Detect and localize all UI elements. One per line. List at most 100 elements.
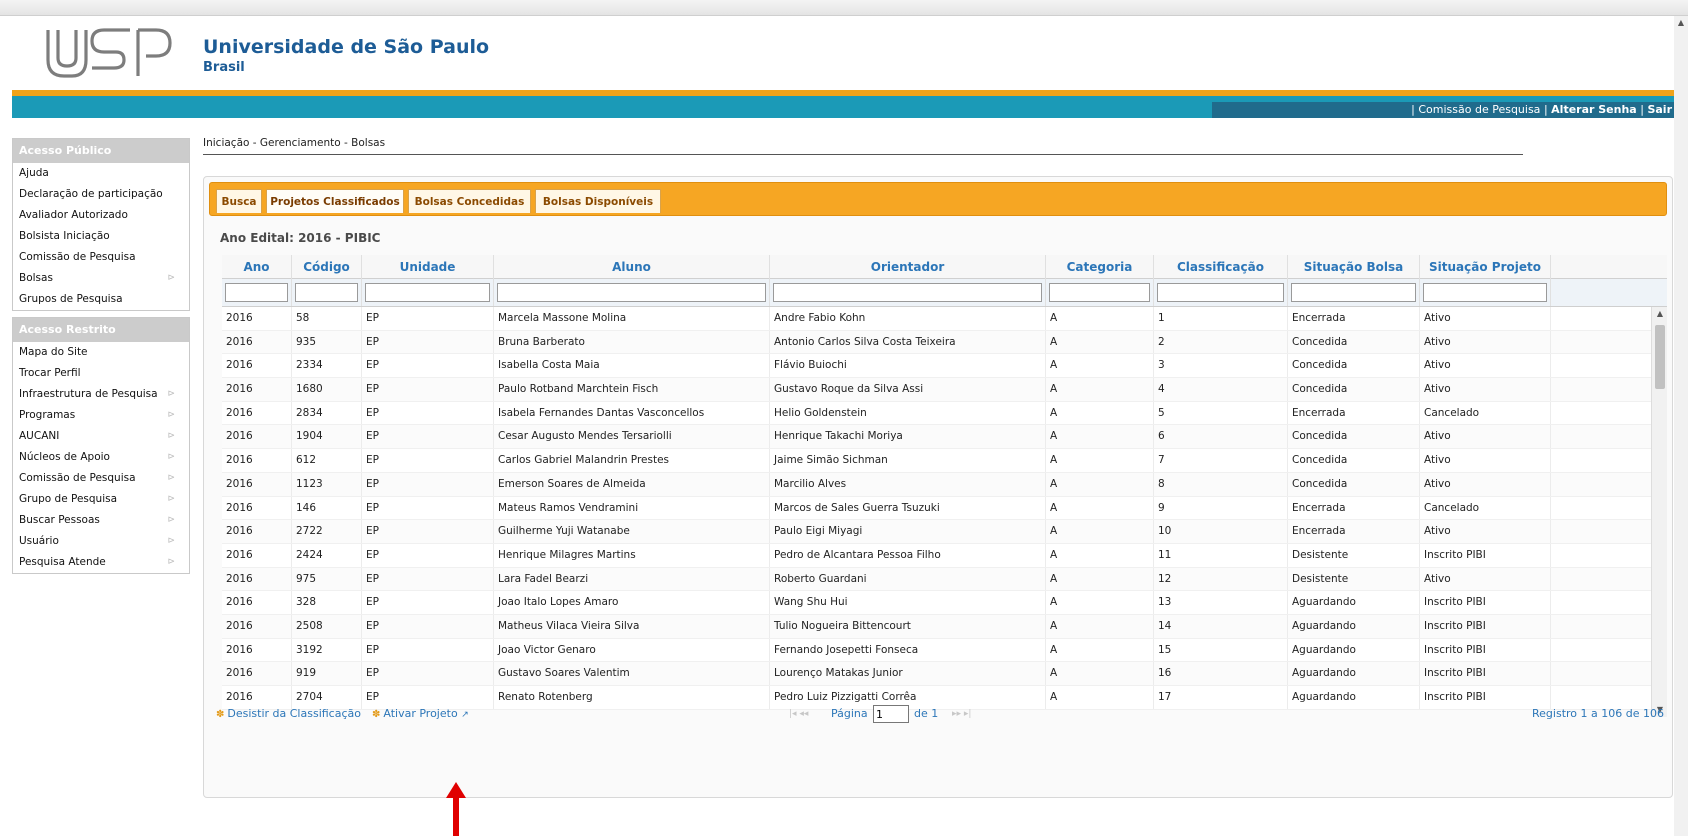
sidebar-item[interactable]: Infraestrutura de Pesquisa ⊳ <box>13 384 189 405</box>
column-header[interactable]: Categoria <box>1046 255 1154 279</box>
table-cell: Henrique Takachi Moriya <box>770 425 1046 449</box>
table-row[interactable]: 2016 612 EP Carlos Gabriel Malandrin Preste… <box>222 449 1667 473</box>
table-row[interactable]: 2016 975 EP Lara Fadel Bearzi Roberto Guarda… <box>222 567 1667 592</box>
sidebar-item[interactable]: Bolsas ⊳ <box>13 268 189 289</box>
sidebar-item[interactable]: Buscar Pessoas ⊳ <box>13 510 189 531</box>
page-scroll-up-icon[interactable]: ▲ <box>1674 18 1688 27</box>
table-row[interactable]: 2016 146 EP Mateus Ramos Vendramini Marcos d… <box>222 496 1667 521</box>
logout-link[interactable]: Sair <box>1647 103 1672 116</box>
column-header[interactable]: Ano <box>222 255 292 279</box>
sidebar-item[interactable]: Grupo de Pesquisa ⊳ <box>13 489 189 510</box>
university-name: Universidade de São Paulo <box>203 36 490 58</box>
tab-projetos-classificados[interactable]: Projetos Classificados <box>266 189 404 213</box>
sidebar-item[interactable]: Declaração de participação <box>13 184 189 205</box>
separator: | <box>1640 103 1644 116</box>
table-cell: 2016 <box>222 330 292 354</box>
sidebar-item[interactable]: Bolsista Iniciação <box>13 226 189 247</box>
sidebar: Acesso Público Ajuda Declaração de partic… <box>12 138 190 580</box>
sidebar-item[interactable]: Pesquisa Atende ⊳ <box>13 552 189 573</box>
column-filter-input[interactable] <box>1423 283 1547 302</box>
table-cell: 12 <box>1154 567 1288 591</box>
table-cell: 1123 <box>292 472 362 496</box>
column-header[interactable]: Situação Projeto <box>1420 255 1551 279</box>
table-cell: Aguardando <box>1288 591 1420 614</box>
withdraw-classification-button[interactable]: ✽ Desistir da Classificação <box>216 703 361 726</box>
sidebar-item[interactable]: Ajuda <box>13 163 189 184</box>
table-row[interactable]: 2016 3192 EP Joao Victor Genaro Fernando Jos… <box>222 638 1667 663</box>
grid-scrollbar[interactable]: ▲ ▼ <box>1651 307 1667 717</box>
page-number-input[interactable] <box>873 705 909 723</box>
table-cell: Lara Fadel Bearzi <box>494 567 770 591</box>
withdraw-label: Desistir da Classificação <box>227 707 361 720</box>
sidebar-item[interactable]: AUCANI ⊳ <box>13 426 189 447</box>
column-filter-input[interactable] <box>365 283 490 302</box>
table-row[interactable]: 2016 2334 EP Isabella Costa Maia Flávio Buio… <box>222 354 1667 379</box>
column-header[interactable]: Orientador <box>770 255 1046 279</box>
column-header[interactable]: Aluno <box>494 255 770 279</box>
table-row[interactable]: 2016 2424 EP Henrique Milagres Martins Pedro… <box>222 543 1667 568</box>
table-cell: 3192 <box>292 638 362 662</box>
sidebar-item[interactable]: Usuário ⊳ <box>13 531 189 552</box>
sidebar-item[interactable]: Grupos de Pesquisa <box>13 289 189 310</box>
column-filter-input[interactable] <box>1157 283 1284 302</box>
column-filter-input[interactable] <box>773 283 1042 302</box>
page-scrollbar[interactable]: ▲ <box>1674 16 1688 836</box>
table-cell: 10 <box>1154 520 1288 543</box>
table-cell: 2016 <box>222 425 292 449</box>
table-cell: A <box>1046 638 1154 662</box>
column-header[interactable]: Classificação <box>1154 255 1288 279</box>
table-row[interactable]: 2016 1123 EP Emerson Soares de Almeida Marci… <box>222 472 1667 497</box>
sidebar-item[interactable]: Mapa do Site <box>13 342 189 363</box>
sidebar-item[interactable]: Comissão de Pesquisa <box>13 247 189 268</box>
tab-bolsas-disponiveis[interactable]: Bolsas Disponíveis <box>535 189 661 213</box>
projects-grid: Ano Código Unidade Aluno Orientador Categoria… <box>222 255 1667 741</box>
page-label: Página <box>831 707 868 720</box>
tab-bolsas-concedidas[interactable]: Bolsas Concedidas <box>408 189 531 213</box>
change-password-link[interactable]: Alterar Senha <box>1551 103 1637 116</box>
next-last-page-icons[interactable]: ▸▸ ▸| <box>952 703 971 725</box>
sidebar-item[interactable]: Trocar Perfil <box>13 363 189 384</box>
column-filter-input[interactable] <box>225 283 288 302</box>
commission-link[interactable]: Comissão de Pesquisa <box>1418 103 1540 116</box>
table-row[interactable]: 2016 328 EP Joao Italo Lopes Amaro Wang Shu … <box>222 591 1667 615</box>
table-cell: A <box>1046 307 1154 330</box>
sidebar-item-label: Ajuda <box>19 167 49 179</box>
table-cell: 2016 <box>222 543 292 567</box>
table-cell: A <box>1046 543 1154 567</box>
sidebar-item-label: Infraestrutura de Pesquisa <box>19 388 158 400</box>
column-filter-input[interactable] <box>1291 283 1416 302</box>
sidebar-item[interactable]: Núcleos de Apoio ⊳ <box>13 447 189 468</box>
table-cell: Concedida <box>1288 354 1420 378</box>
column-filter-input[interactable] <box>497 283 766 302</box>
table-cell: Matheus Vilaca Vieira Silva <box>494 614 770 638</box>
column-header[interactable]: Código <box>292 255 362 279</box>
scroll-thumb[interactable] <box>1655 325 1665 389</box>
table-row[interactable]: 2016 1904 EP Cesar Augusto Mendes Tersariol… <box>222 425 1667 450</box>
sidebar-item[interactable]: Programas ⊳ <box>13 405 189 426</box>
table-row[interactable]: 2016 919 EP Gustavo Soares Valentim Lourenço… <box>222 662 1667 686</box>
activate-project-button[interactable]: ✽ Ativar Projeto ↗ <box>372 703 469 726</box>
table-cell: Inscrito PIBI <box>1420 614 1551 638</box>
column-header[interactable]: Unidade <box>362 255 494 279</box>
column-header[interactable]: Situação Bolsa <box>1288 255 1420 279</box>
first-prev-page-icons[interactable]: |◂ ◂◂ <box>789 703 808 725</box>
sidebar-item[interactable]: Avaliador Autorizado <box>13 205 189 226</box>
filter-cell <box>292 279 362 306</box>
table-row[interactable]: 2016 2722 EP Guilherme Yuji Watanabe Paulo E… <box>222 520 1667 544</box>
column-filter-input[interactable] <box>295 283 358 302</box>
table-cell: Henrique Milagres Martins <box>494 543 770 567</box>
table-cell: Marcilio Alves <box>770 472 1046 496</box>
table-row[interactable]: 2016 935 EP Bruna Barberato Antonio Carlos S… <box>222 330 1667 355</box>
table-cell: 2508 <box>292 614 362 638</box>
sidebar-item[interactable]: Comissão de Pesquisa ⊳ <box>13 468 189 489</box>
column-filter-input[interactable] <box>1049 283 1150 302</box>
usp-logo[interactable] <box>42 26 174 80</box>
tab-busca[interactable]: Busca <box>216 189 262 213</box>
table-cell: Marcos de Sales Guerra Tsuzuki <box>770 496 1046 520</box>
public-access-menu: Acesso Público Ajuda Declaração de partic… <box>12 138 190 311</box>
table-row[interactable]: 2016 58 EP Marcela Massone Molina Andre Fabi… <box>222 307 1667 331</box>
table-row[interactable]: 2016 2508 EP Matheus Vilaca Vieira Silva Tul… <box>222 614 1667 639</box>
table-row[interactable]: 2016 1680 EP Paulo Rotband Marchtein Fisch G… <box>222 378 1667 402</box>
table-row[interactable]: 2016 2834 EP Isabela Fernandes Dantas Vasco… <box>222 401 1667 426</box>
scroll-up-icon[interactable]: ▲ <box>1652 307 1667 321</box>
